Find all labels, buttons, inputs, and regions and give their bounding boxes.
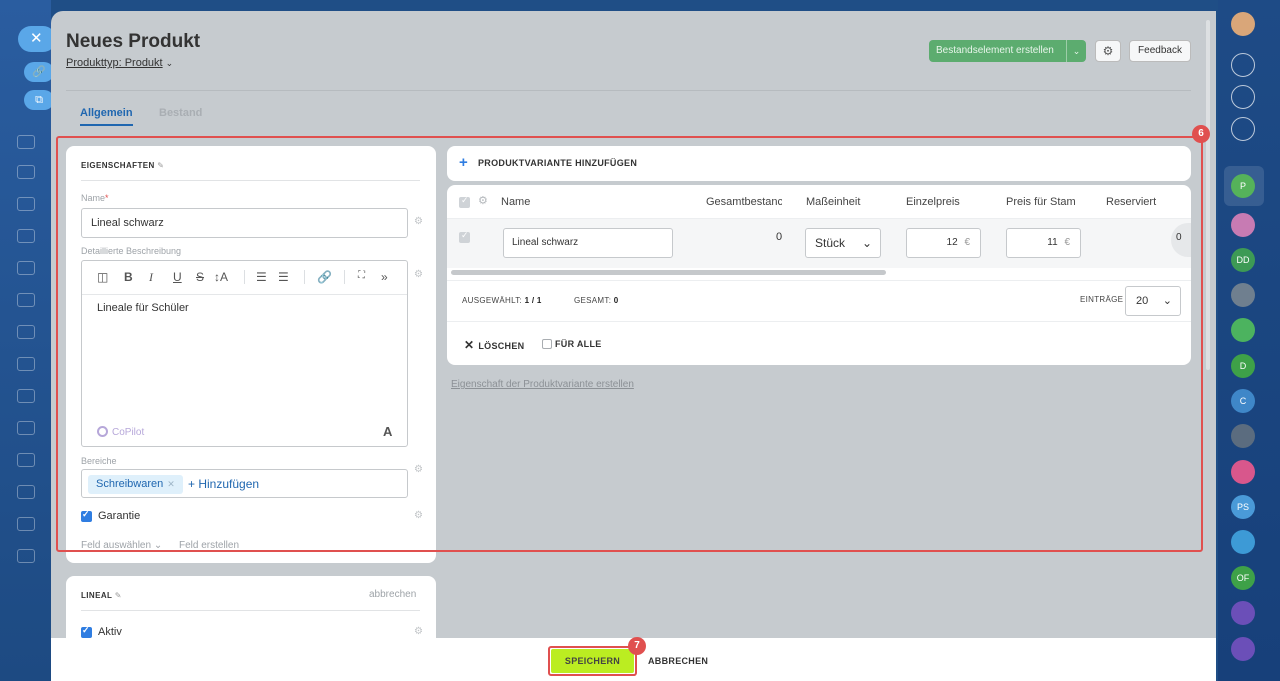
board-icon[interactable]: [17, 293, 35, 307]
card-divider: [81, 610, 420, 611]
page-title: Neues Produkt: [66, 31, 201, 52]
lineal-cancel-link[interactable]: abbrechen: [369, 589, 416, 600]
chat-avatar-p[interactable]: P: [1231, 174, 1255, 198]
task-icon[interactable]: [17, 325, 35, 339]
copy-link-button[interactable]: 🔗: [24, 62, 54, 82]
user-avatar[interactable]: [1231, 12, 1255, 36]
lineal-title: LINEAL ✎: [81, 591, 122, 600]
sign-icon[interactable]: [17, 421, 35, 435]
vertical-scrollbar[interactable]: [1206, 20, 1210, 370]
save-button[interactable]: SPEICHERN: [551, 649, 634, 673]
chat-avatar-pink[interactable]: [1231, 213, 1255, 237]
chat-avatar-dd[interactable]: DD: [1231, 248, 1255, 272]
document-icon[interactable]: [17, 165, 35, 179]
header-divider: [66, 90, 1191, 91]
product-type-selector[interactable]: Produkttyp: Produkt ⌄: [66, 57, 173, 69]
bell-icon[interactable]: [1231, 53, 1255, 77]
gear-icon[interactable]: ⚙: [414, 626, 423, 637]
chat-avatar-d[interactable]: D: [1231, 354, 1255, 378]
external-link-icon: ⧉: [35, 94, 43, 106]
chat-avatar-group[interactable]: [1231, 424, 1255, 448]
step-badge-6: 6: [1192, 125, 1210, 143]
chat-avatar-calendar[interactable]: [1231, 460, 1255, 484]
product-type-label: Produkttyp: Produkt: [66, 57, 163, 69]
chat-avatar-card[interactable]: [1231, 318, 1255, 342]
filter-icon[interactable]: [17, 549, 35, 563]
copilot-icon[interactable]: [1231, 85, 1255, 109]
report-icon[interactable]: [17, 517, 35, 531]
search-icon[interactable]: [1231, 117, 1255, 141]
pencil-icon[interactable]: ✎: [115, 591, 122, 600]
open-new-window-button[interactable]: ⧉: [24, 90, 54, 110]
calendar-icon[interactable]: [17, 229, 35, 243]
create-stock-element-label: Bestandselement erstellen: [936, 45, 1054, 56]
feedback-button[interactable]: Feedback: [1129, 40, 1191, 62]
chevron-down-icon[interactable]: ⌄: [1066, 40, 1086, 62]
gear-icon: ⚙: [1102, 44, 1114, 58]
active-label: Aktiv: [98, 626, 122, 638]
cancel-button[interactable]: ABBRECHEN: [648, 656, 708, 666]
chat-avatar-c[interactable]: C: [1231, 389, 1255, 413]
active-checkbox[interactable]: [81, 625, 92, 638]
stock-icon[interactable]: [17, 485, 35, 499]
tab-allgemein[interactable]: Allgemein: [80, 107, 133, 126]
chat-avatar-bubble[interactable]: [1231, 530, 1255, 554]
menu-icon[interactable]: [17, 135, 35, 149]
highlight-frame: [56, 136, 1203, 552]
chat-avatar-copilot-2[interactable]: [1231, 637, 1255, 661]
crm-icon[interactable]: [17, 389, 35, 403]
link-icon: 🔗: [32, 66, 46, 78]
step-badge-7: 7: [628, 637, 646, 655]
chevron-down-icon: ⌄: [165, 58, 174, 68]
settings-button[interactable]: ⚙: [1095, 40, 1121, 62]
close-icon: ✕: [30, 30, 43, 47]
chat-icon[interactable]: [17, 197, 35, 211]
chat-avatar-of[interactable]: OF: [1231, 566, 1255, 590]
chat-avatar-copilot-1[interactable]: [1231, 601, 1255, 625]
mail-icon[interactable]: [17, 357, 35, 371]
create-stock-element-button[interactable]: Bestandselement erstellen ⌄: [929, 40, 1086, 62]
chat-avatar-photo[interactable]: [1231, 283, 1255, 307]
chat-avatar-ps[interactable]: PS: [1231, 495, 1255, 519]
tab-bestand[interactable]: Bestand: [159, 107, 202, 119]
shop-icon[interactable]: [17, 453, 35, 467]
drive-icon[interactable]: [17, 261, 35, 275]
